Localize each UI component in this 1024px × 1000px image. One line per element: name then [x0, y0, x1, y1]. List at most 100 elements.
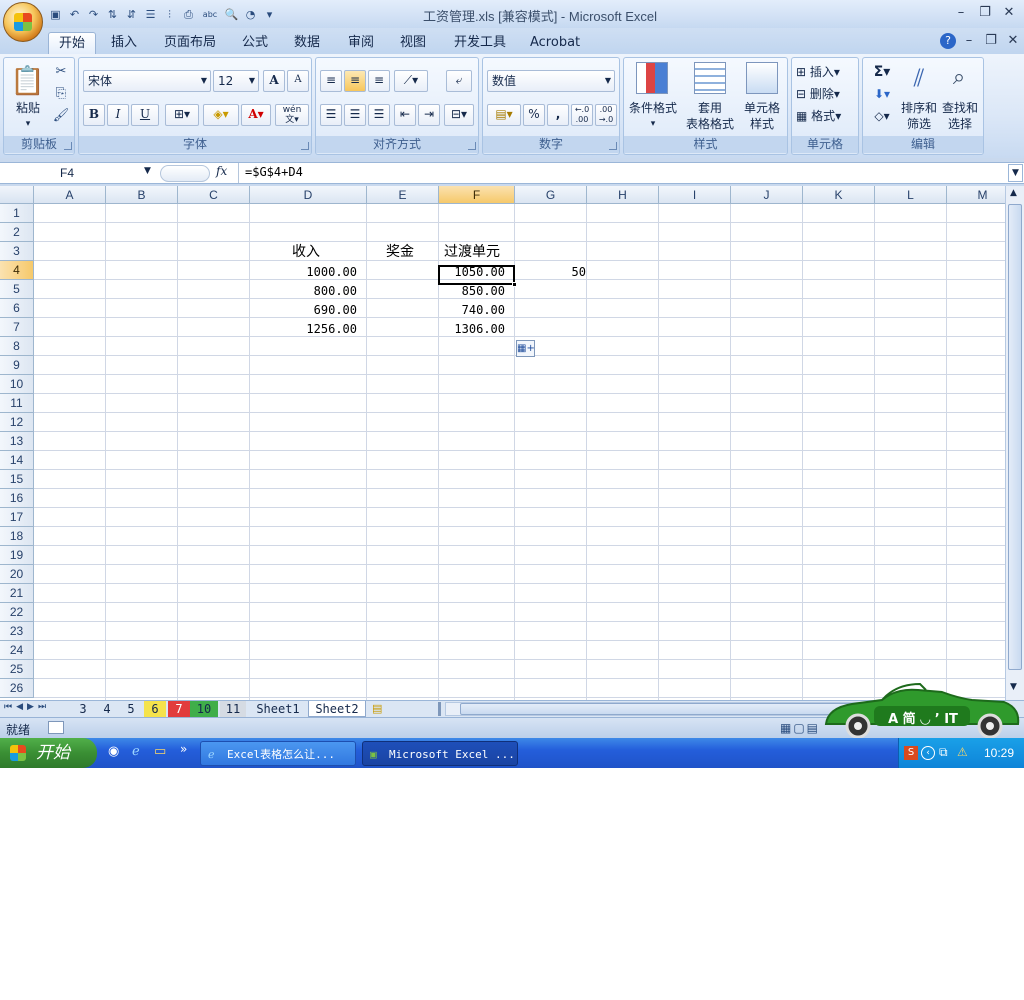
increase-decimal-icon[interactable]: ←.0.00 — [571, 104, 593, 126]
quick-launch-desktop-icon[interactable]: ◉ — [108, 744, 119, 759]
row-header-1[interactable]: 1 — [0, 204, 34, 223]
font-name-select[interactable]: 宋体 ▼ — [83, 70, 211, 92]
orientation-icon[interactable]: ⟋▾ — [394, 70, 428, 92]
column-header-f[interactable]: F — [439, 186, 515, 204]
insert-cells-button[interactable]: ⊞ 插入▾ — [796, 64, 856, 80]
fill-icon[interactable]: ⬇▾ — [867, 86, 897, 102]
row-header-8[interactable]: 8 — [0, 337, 34, 356]
formula-input[interactable]: =$G$4+D4 — [245, 165, 303, 179]
row-header-23[interactable]: 23 — [0, 622, 34, 641]
tab-home[interactable]: 开始 — [48, 32, 97, 54]
ribbon-close-button[interactable]: ✕ — [1002, 32, 1024, 50]
sort-desc-icon[interactable]: ⇵ — [124, 7, 139, 22]
row-header-6[interactable]: 6 — [0, 299, 34, 318]
clipboard-dialog-launcher[interactable] — [64, 142, 72, 150]
cell-style-label-1[interactable]: 单元格 — [738, 100, 786, 116]
column-header-d[interactable]: D — [250, 186, 367, 204]
quick-launch-folder-icon[interactable]: ▭ — [154, 744, 166, 759]
vertical-scrollbar[interactable]: ▲ ▼ — [1005, 186, 1024, 700]
paste-icon[interactable]: 📋 — [10, 64, 45, 98]
cell-g4[interactable]: 50 — [515, 263, 595, 282]
row-header-25[interactable]: 25 — [0, 660, 34, 679]
sheet-tab-4[interactable]: 4 — [96, 701, 118, 717]
name-box[interactable]: F4 — [0, 164, 158, 183]
row-header-21[interactable]: 21 — [0, 584, 34, 603]
column-header-m[interactable]: M — [947, 186, 1005, 204]
column-header-h[interactable]: H — [587, 186, 659, 204]
cell-f7[interactable]: 1306.00 — [439, 320, 514, 339]
security-alert-icon[interactable]: ⚠ — [957, 745, 968, 759]
insert-sheet-icon[interactable]: ▤ — [372, 702, 382, 715]
find-select-label-2[interactable]: 选择 — [939, 116, 981, 132]
column-header-i[interactable]: I — [659, 186, 731, 204]
fill-handle[interactable] — [512, 282, 517, 287]
column-header-j[interactable]: J — [731, 186, 803, 204]
sheet-tab-6[interactable]: 6 — [144, 701, 166, 717]
view-buttons-icon[interactable]: ▦▢▤ — [780, 721, 820, 735]
row-header-11[interactable]: 11 — [0, 394, 34, 413]
sort-filter-label-1[interactable]: 排序和 — [897, 100, 941, 116]
cell-d4[interactable]: 1000.00 — [250, 263, 366, 282]
format-painter-icon[interactable]: 🖌 — [52, 108, 70, 123]
tab-acrobat[interactable]: Acrobat — [520, 32, 590, 54]
sheet-tab-3[interactable]: 3 — [72, 701, 94, 717]
delete-cells-button[interactable]: ⊟ 删除▾ — [796, 86, 856, 102]
tab-formulas[interactable]: 公式 — [232, 32, 278, 54]
taskbar-task-excel[interactable]: ▣ Microsoft Excel ... — [362, 741, 518, 766]
row-header-2[interactable]: 2 — [0, 223, 34, 242]
scroll-up-icon[interactable]: ▲ — [1010, 188, 1017, 198]
macro-record-icon[interactable] — [48, 721, 64, 734]
clear-icon[interactable]: ◇▾ — [867, 108, 897, 124]
redo-icon[interactable]: ↷ — [86, 7, 101, 22]
cell-d7[interactable]: 1256.00 — [250, 320, 366, 339]
font-color-button[interactable]: A▾ — [241, 104, 271, 126]
cell-style-label-2[interactable]: 样式 — [738, 116, 786, 132]
row-header-12[interactable]: 12 — [0, 413, 34, 432]
align-middle-icon[interactable]: ≡ — [344, 70, 366, 92]
sheet-tab-sheet2[interactable]: Sheet2 — [308, 701, 366, 717]
increase-indent-icon[interactable]: ⇥ — [418, 104, 440, 126]
input-method-icon[interactable]: S — [904, 746, 918, 760]
row-header-7[interactable]: 7 — [0, 318, 34, 337]
minimize-button[interactable]: – — [950, 4, 972, 22]
format-cells-button[interactable]: ▦ 格式▾ — [796, 108, 856, 124]
column-header-c[interactable]: C — [178, 186, 250, 204]
tab-view[interactable]: 视图 — [390, 32, 436, 54]
copy-icon[interactable]: ⎘ — [52, 86, 70, 101]
select-all-button[interactable] — [0, 186, 34, 204]
table-format-label-1[interactable]: 套用 — [682, 100, 738, 116]
number-dialog-launcher[interactable] — [609, 142, 617, 150]
restore-button[interactable]: ❐ — [974, 4, 996, 22]
border-button[interactable]: ⊞▾ — [165, 104, 199, 126]
help-icon[interactable]: ? — [940, 33, 956, 49]
row-header-20[interactable]: 20 — [0, 565, 34, 584]
cell-f3[interactable]: 过渡单元 — [444, 243, 500, 262]
tab-split-handle[interactable] — [438, 702, 441, 716]
row-header-9[interactable]: 9 — [0, 356, 34, 375]
decrease-indent-icon[interactable]: ⇤ — [394, 104, 416, 126]
underline-button[interactable]: U — [131, 104, 159, 126]
italic-button[interactable]: I — [107, 104, 129, 126]
tab-review[interactable]: 审阅 — [338, 32, 384, 54]
name-box-dropdown-icon[interactable]: ▼ — [144, 166, 151, 176]
text-wrap-icon[interactable]: ☰ — [143, 7, 158, 22]
column-header-b[interactable]: B — [106, 186, 178, 204]
grow-font-button[interactable]: A — [263, 70, 285, 92]
car-widget[interactable]: A 简 ◡ ’ IT — [822, 680, 1022, 739]
ribbon-minimize-button[interactable]: – — [958, 32, 980, 50]
tab-page-layout[interactable]: 页面布局 — [154, 32, 226, 54]
quick-launch-ie-icon[interactable]: ℯ — [132, 744, 140, 759]
spelling-icon[interactable]: abc — [200, 7, 220, 22]
expand-formula-bar-icon[interactable]: ▼ — [1008, 164, 1023, 182]
merge-cells-icon[interactable]: ⊟▾ — [444, 104, 474, 126]
align-center-icon[interactable]: ☰ — [344, 104, 366, 126]
sort-filter-icon[interactable]: ⫽ — [903, 62, 935, 94]
decrease-decimal-icon[interactable]: .00 →.0 — [595, 104, 617, 126]
sheet-tab-10[interactable]: 10 — [190, 701, 218, 717]
row-header-5[interactable]: 5 — [0, 280, 34, 299]
close-button[interactable]: ✕ — [998, 4, 1020, 22]
insert-function-icon[interactable]: fx — [216, 164, 227, 178]
row-header-17[interactable]: 17 — [0, 508, 34, 527]
row-header-24[interactable]: 24 — [0, 641, 34, 660]
taskbar-task-browser[interactable]: ℯ Excel表格怎么让... — [200, 741, 356, 766]
